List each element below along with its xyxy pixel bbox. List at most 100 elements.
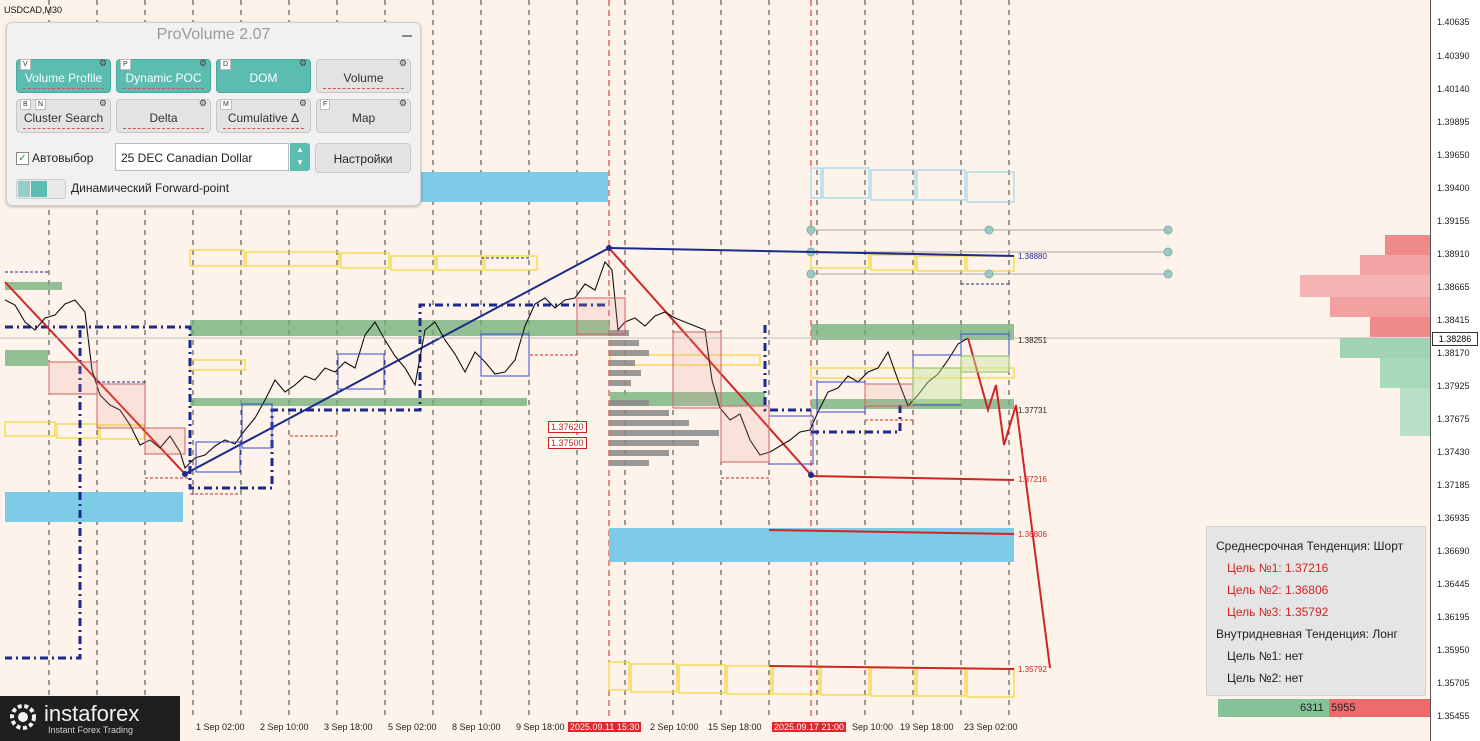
- delta-button[interactable]: ⚙ Delta: [116, 98, 211, 133]
- date-label: Sep 10:00: [852, 722, 894, 732]
- forward-point-label: Динамический Forward-point: [71, 181, 230, 195]
- dom-button[interactable]: D ⚙ DOM: [216, 58, 311, 93]
- price-label: 1.35950: [1437, 645, 1470, 655]
- map-button[interactable]: F ⚙ Map: [316, 98, 411, 133]
- gear-icon[interactable]: ⚙: [199, 98, 207, 108]
- symbol-label: USDCAD,M30: [4, 5, 63, 15]
- date-label: 2 Sep 10:00: [650, 722, 699, 732]
- cumulative-delta-button[interactable]: M ⚙ Cumulative Δ: [216, 98, 311, 133]
- price-label: 1.38665: [1437, 282, 1470, 292]
- cyan-boxes: [810, 167, 1015, 203]
- gear-icon[interactable]: ⚙: [299, 98, 307, 108]
- intra-target-1: Цель №1: нет: [1227, 649, 1304, 663]
- price-label: 1.36690: [1437, 546, 1470, 556]
- price-label: 1.36195: [1437, 612, 1470, 622]
- date-label: 23 Sep 02:00: [964, 722, 1018, 732]
- volume-button[interactable]: ⚙ Volume: [316, 58, 411, 93]
- uptrend-line: [184, 247, 610, 475]
- indicator-dots: [123, 125, 204, 129]
- green-box-cluster: [912, 355, 1010, 405]
- button-label: Map: [351, 111, 376, 125]
- hotkey-badge: N: [35, 99, 47, 110]
- hotkey-badge: F: [320, 99, 331, 110]
- box-price-label: 1.37620: [548, 421, 587, 433]
- cluster-search-button[interactable]: B N ⚙ Cluster Search: [16, 98, 111, 133]
- check-icon[interactable]: ✓: [16, 152, 29, 166]
- gear-icon[interactable]: ⚙: [199, 58, 207, 68]
- volume-profile-button[interactable]: V ⚙ Volume Profile: [16, 58, 111, 93]
- button-label: Dynamic POC: [125, 71, 202, 85]
- sell-volume-value: 5955: [1331, 702, 1356, 714]
- mid-target-1: Цель №1: 1.37216: [1227, 561, 1329, 575]
- indicator-dots: [23, 85, 104, 89]
- price-label: 1.39895: [1437, 117, 1470, 127]
- trough-marker: [808, 472, 814, 478]
- indicator-dots: [23, 125, 104, 129]
- date-label: 5 Sep 02:00: [388, 722, 437, 732]
- button-label: Cumulative Δ: [227, 111, 300, 125]
- level-label: 1.38251: [1018, 336, 1047, 345]
- hotkey-badge: M: [220, 99, 232, 110]
- price-axis[interactable]: [1430, 0, 1480, 741]
- pivot-lines: [811, 229, 1168, 275]
- mid-target-3: Цель №3: 1.35792: [1227, 605, 1329, 619]
- date-label: 19 Sep 18:00: [900, 722, 954, 732]
- panel-title: ProVolume 2.07: [156, 26, 271, 43]
- logo-tagline: Instant Forex Trading: [48, 725, 134, 735]
- button-label: Cluster Search: [23, 111, 104, 125]
- date-label: 3 Sep 18:00: [324, 722, 373, 732]
- button-label: Delta: [149, 111, 178, 125]
- settings-button[interactable]: Настройки: [315, 143, 411, 173]
- minimize-icon[interactable]: [402, 35, 412, 37]
- dashdot-channel: [5, 303, 902, 660]
- price-label: 1.37185: [1437, 480, 1470, 490]
- auto-select-checkbox[interactable]: ✓ Автовыбор: [16, 151, 93, 166]
- price-label: 1.38910: [1437, 249, 1470, 259]
- intra-target-2: Цель №2: нет: [1227, 671, 1304, 685]
- buy-volume-value: 6311: [1300, 702, 1324, 714]
- button-label: DOM: [249, 71, 278, 85]
- gear-icon[interactable]: ⚙: [299, 58, 307, 68]
- intra-trend-label: Внутридневная Тенденция: Лонг: [1216, 627, 1398, 641]
- hotkey-badge: D: [220, 59, 232, 70]
- level-label: 1.37731: [1018, 406, 1047, 415]
- date-label: 9 Sep 18:00: [516, 722, 565, 732]
- price-label: 1.37675: [1437, 414, 1470, 424]
- button-label: Volume: [343, 71, 384, 85]
- chart-area[interactable]: USDCAD,M30 1.38880 1.38251 1.37731 1.372…: [0, 0, 1432, 741]
- price-label: 1.35455: [1437, 711, 1470, 721]
- toggle-track: [18, 181, 30, 197]
- indicator-dots: [123, 85, 204, 89]
- price-label: 1.39650: [1437, 150, 1470, 160]
- price-label: 1.36445: [1437, 579, 1470, 589]
- date-label: 8 Sep 10:00: [452, 722, 501, 732]
- gear-icon[interactable]: ⚙: [99, 58, 107, 68]
- level-label: 1.36806: [1018, 530, 1047, 539]
- level-label: 1.38880: [1018, 252, 1047, 261]
- level-label: 1.35792: [1018, 665, 1047, 674]
- instrument-select[interactable]: 25 DEC Canadian Dollar: [115, 143, 289, 171]
- spinner-icon[interactable]: ▲ ▼: [290, 143, 310, 171]
- price-label: 1.39400: [1437, 183, 1470, 193]
- gear-icon[interactable]: ⚙: [99, 98, 107, 108]
- provolume-panel: ProVolume 2.07 V ⚙ Volume Profile P ⚙ Dy…: [6, 22, 421, 206]
- mid-target-2: Цель №2: 1.36806: [1227, 583, 1329, 597]
- price-label: 1.37430: [1437, 447, 1470, 457]
- price-label: 1.38415: [1437, 315, 1470, 325]
- toggle-knob: [31, 181, 47, 197]
- gear-icon[interactable]: ⚙: [399, 98, 407, 108]
- indicator-dots: [223, 125, 304, 129]
- dynamic-poc-button[interactable]: P ⚙ Dynamic POC: [116, 58, 211, 93]
- forward-point-toggle[interactable]: [16, 179, 66, 199]
- gear-icon[interactable]: ⚙: [399, 58, 407, 68]
- hotkey-badge: P: [120, 59, 131, 70]
- price-label: 1.40635: [1437, 17, 1470, 27]
- price-label: 1.38170: [1437, 348, 1470, 358]
- peak-marker: [606, 245, 612, 251]
- box-price-label: 1.37500: [548, 437, 587, 449]
- trading-terminal: USDCAD,M30 1.38880 1.38251 1.37731 1.372…: [0, 0, 1480, 741]
- price-label: 1.35705: [1437, 678, 1470, 688]
- market-profile: [1300, 235, 1430, 436]
- date-label-highlight: 2025.09.17 21:00: [772, 722, 847, 732]
- hotkey-badge: B: [20, 99, 31, 110]
